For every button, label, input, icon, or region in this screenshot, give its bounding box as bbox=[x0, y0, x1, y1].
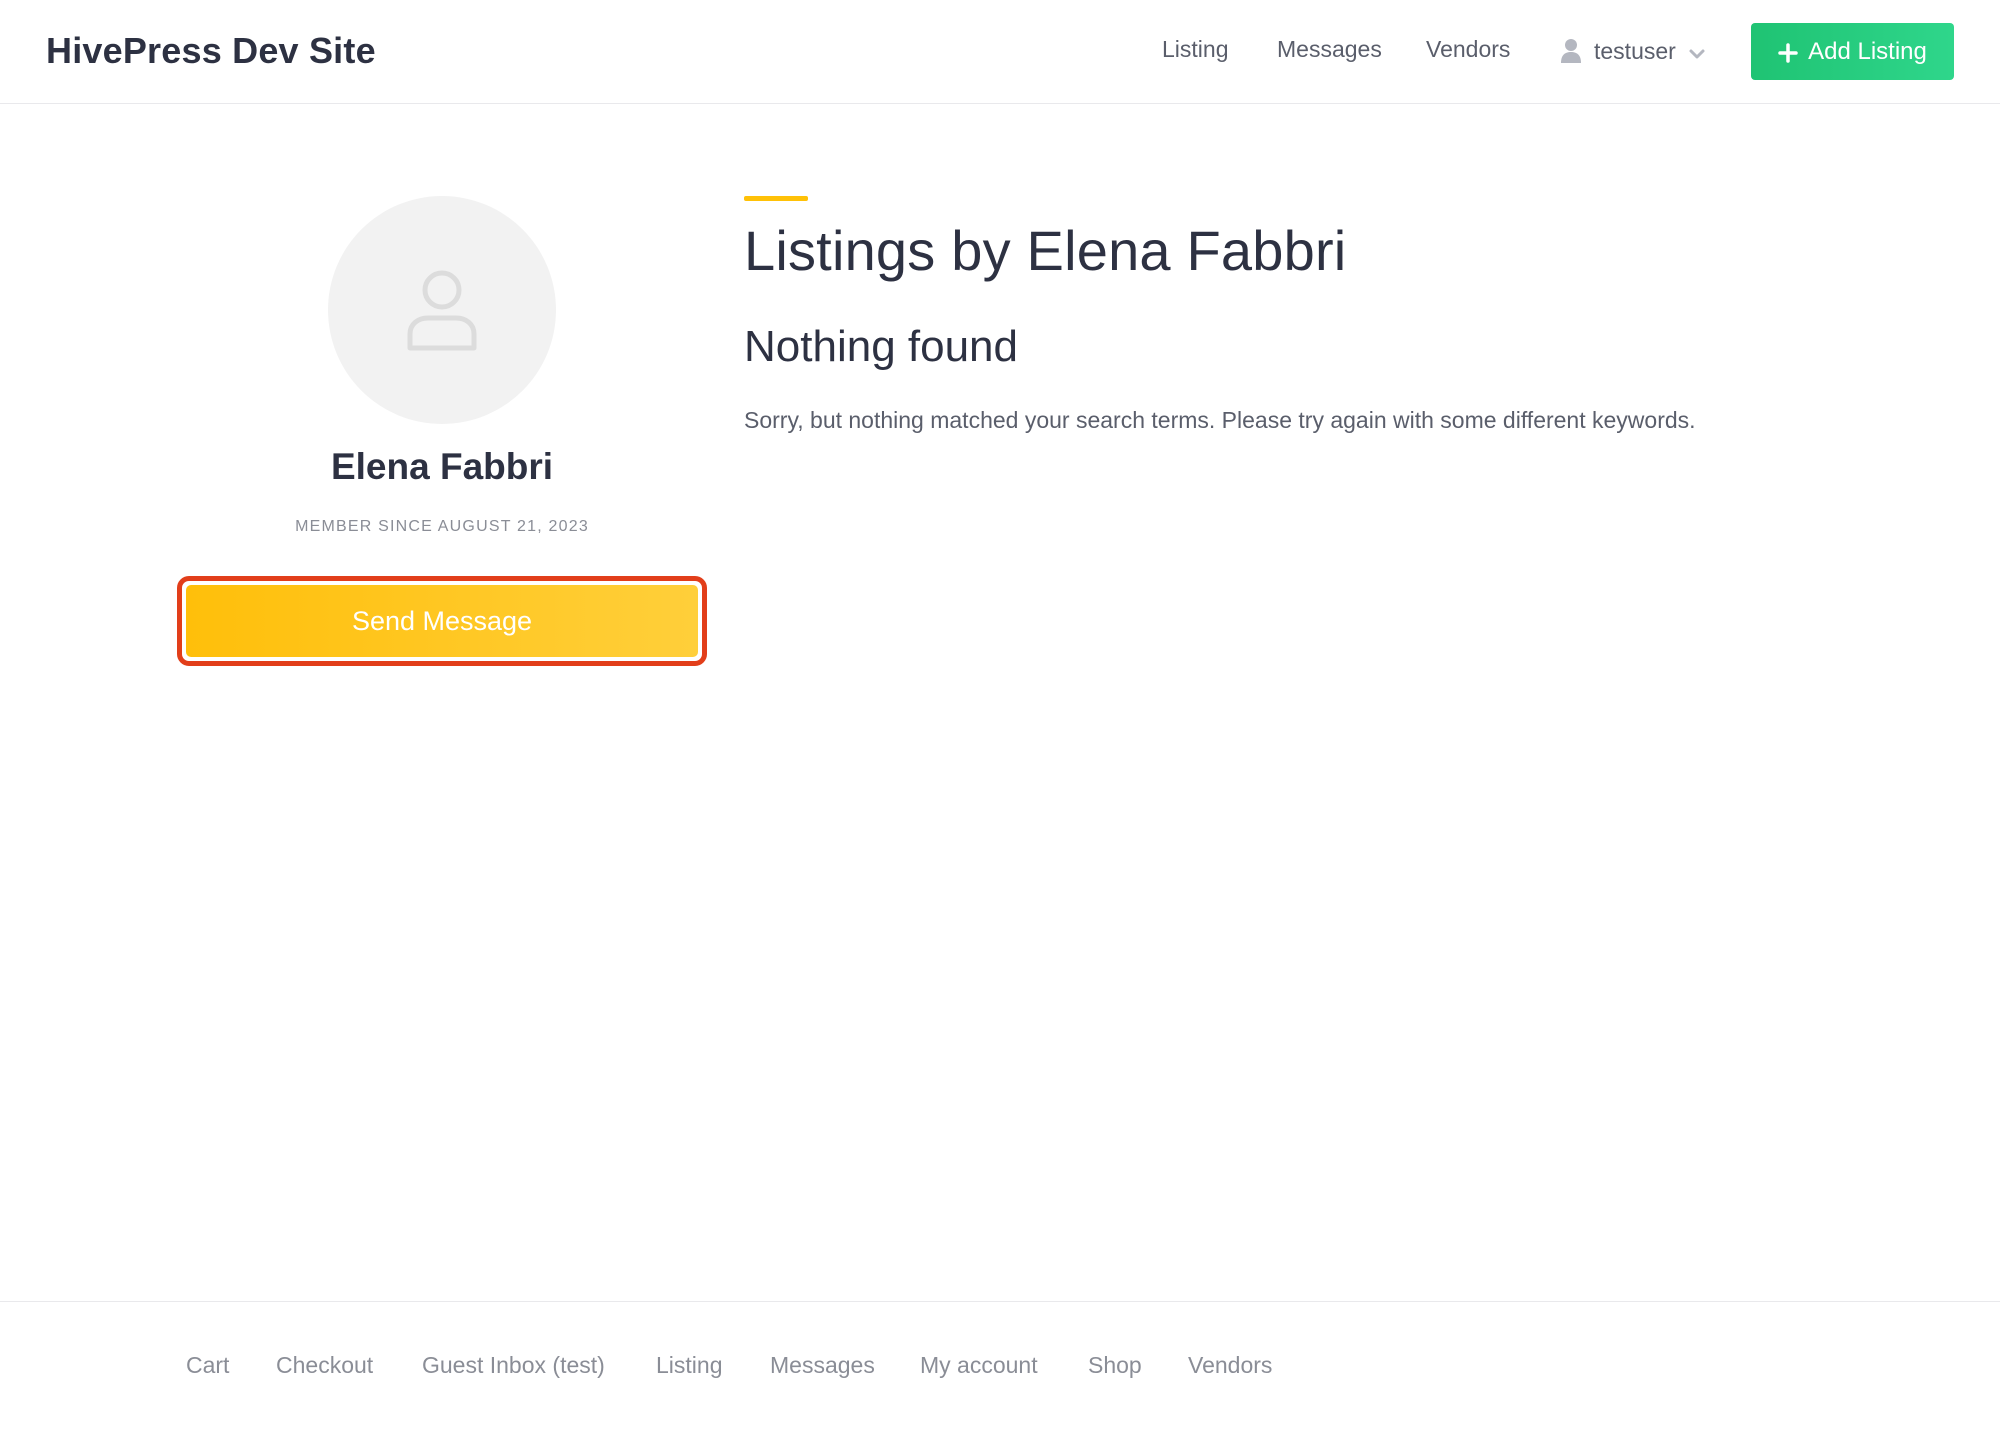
footer-link-checkout[interactable]: Checkout bbox=[276, 1352, 373, 1379]
vendor-avatar bbox=[328, 196, 556, 424]
footer-link-listing[interactable]: Listing bbox=[656, 1352, 722, 1379]
footer-link-guest-inbox[interactable]: Guest Inbox (test) bbox=[422, 1352, 605, 1379]
footer-link-my-account[interactable]: My account bbox=[920, 1352, 1038, 1379]
footer-link-shop[interactable]: Shop bbox=[1088, 1352, 1142, 1379]
nothing-found-heading: Nothing found bbox=[744, 322, 1018, 371]
send-message-button[interactable]: Send Message bbox=[186, 585, 698, 657]
footer-link-vendors[interactable]: Vendors bbox=[1188, 1352, 1272, 1379]
plus-icon bbox=[1778, 42, 1798, 63]
nav-item-vendors[interactable]: Vendors bbox=[1426, 36, 1510, 63]
site-title[interactable]: HivePress Dev Site bbox=[46, 30, 376, 72]
title-accent-bar bbox=[744, 196, 808, 201]
chevron-down-icon bbox=[1688, 42, 1706, 60]
member-since-text: MEMBER SINCE AUGUST 21, 2023 bbox=[295, 518, 589, 535]
add-listing-button[interactable]: Add Listing bbox=[1751, 23, 1954, 80]
page-title: Listings by Elena Fabbri bbox=[744, 219, 1347, 282]
username-label: testuser bbox=[1594, 37, 1676, 64]
footer-link-cart[interactable]: Cart bbox=[186, 1352, 229, 1379]
vendor-name: Elena Fabbri bbox=[330, 446, 554, 487]
add-listing-label: Add Listing bbox=[1808, 37, 1927, 65]
nav-item-messages[interactable]: Messages bbox=[1277, 36, 1382, 63]
user-outline-icon bbox=[407, 270, 477, 351]
site-header: HivePress Dev Site Listing Messages Vend… bbox=[0, 0, 2000, 104]
user-icon bbox=[1560, 38, 1582, 64]
user-menu[interactable]: testuser bbox=[1560, 34, 1706, 68]
no-results-message: Sorry, but nothing matched your search t… bbox=[744, 407, 1696, 433]
footer-link-messages[interactable]: Messages bbox=[770, 1352, 875, 1379]
nav-item-listing[interactable]: Listing bbox=[1162, 36, 1228, 63]
